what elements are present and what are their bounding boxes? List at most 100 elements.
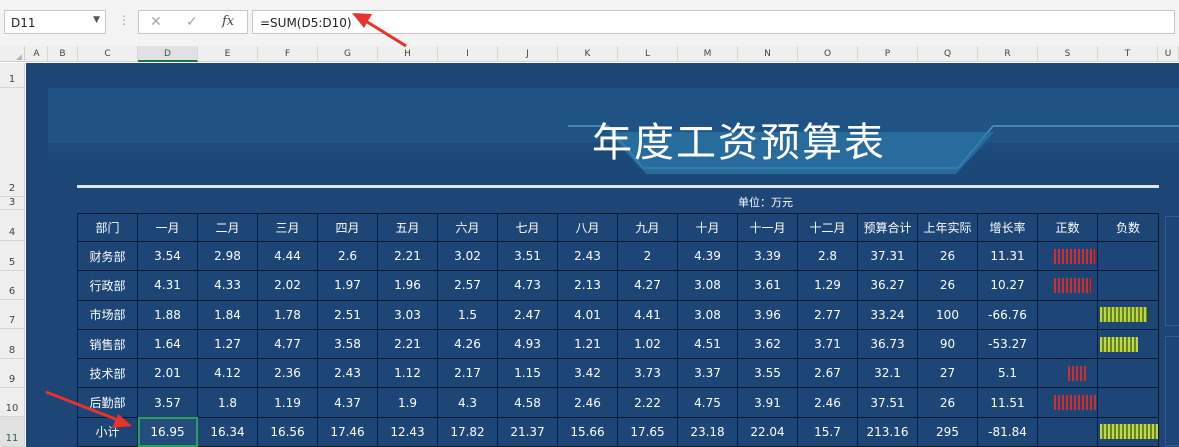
month-cell[interactable]: 2.02 xyxy=(257,270,318,301)
department-cell[interactable]: 小计 xyxy=(77,416,138,447)
budget-total-cell[interactable]: 36.27 xyxy=(857,270,918,301)
column-title[interactable]: 增长率 xyxy=(977,213,1038,242)
column-title[interactable]: 三月 xyxy=(257,213,318,242)
column-header-j[interactable]: J xyxy=(498,46,558,62)
month-cell[interactable]: 3.51 xyxy=(497,240,558,272)
column-header-u[interactable]: U xyxy=(1158,46,1179,62)
negative-bar-cell[interactable] xyxy=(1097,387,1159,418)
month-cell[interactable]: 15.7 xyxy=(797,416,858,447)
column-header-n[interactable]: N xyxy=(738,46,798,62)
month-cell[interactable]: 4.44 xyxy=(257,240,318,272)
month-cell[interactable]: 3.61 xyxy=(737,270,798,301)
month-cell[interactable]: 4.01 xyxy=(557,299,618,330)
last-year-cell[interactable]: 100 xyxy=(917,299,978,330)
last-year-cell[interactable]: 26 xyxy=(917,240,978,272)
column-title[interactable]: 四月 xyxy=(317,213,378,242)
month-cell[interactable]: 3.62 xyxy=(737,328,798,360)
month-cell[interactable]: 1.9 xyxy=(377,387,438,418)
month-cell[interactable]: 3.08 xyxy=(677,299,738,330)
month-cell[interactable]: 2.8 xyxy=(797,240,858,272)
growth-cell[interactable]: -81.84 xyxy=(977,416,1038,447)
column-title[interactable]: 部门 xyxy=(77,213,138,242)
month-cell[interactable]: 2.43 xyxy=(557,240,618,272)
column-title[interactable]: 上年实际 xyxy=(917,213,978,242)
cancel-icon[interactable]: ✕ xyxy=(150,14,162,30)
column-header-f[interactable]: F xyxy=(258,46,318,62)
department-cell[interactable]: 行政部 xyxy=(77,270,138,301)
month-cell[interactable]: 1.19 xyxy=(257,387,318,418)
column-header-c[interactable]: C xyxy=(78,46,138,62)
last-year-cell[interactable]: 26 xyxy=(917,387,978,418)
month-cell[interactable]: 17.65 xyxy=(617,416,678,447)
department-cell[interactable]: 市场部 xyxy=(77,299,138,330)
month-cell[interactable]: 1.27 xyxy=(197,328,258,360)
month-cell[interactable]: 1.12 xyxy=(377,358,438,389)
month-cell[interactable]: 1.88 xyxy=(137,299,198,330)
row-header-11[interactable]: 11 xyxy=(0,417,25,447)
month-cell[interactable]: 1.84 xyxy=(197,299,258,330)
positive-bar-cell[interactable] xyxy=(1037,270,1098,301)
column-title[interactable]: 六月 xyxy=(437,213,498,242)
month-cell[interactable]: 1.21 xyxy=(557,328,618,360)
drag-handle-icon[interactable]: ⋮ xyxy=(118,13,130,27)
column-header-h[interactable]: H xyxy=(378,46,438,62)
month-cell[interactable]: 4.26 xyxy=(437,328,498,360)
month-cell[interactable]: 17.82 xyxy=(437,416,498,447)
growth-cell[interactable]: -66.76 xyxy=(977,299,1038,330)
month-cell[interactable]: 1.78 xyxy=(257,299,318,330)
month-cell[interactable]: 2.46 xyxy=(797,387,858,418)
last-year-cell[interactable]: 295 xyxy=(917,416,978,447)
budget-total-cell[interactable]: 37.51 xyxy=(857,387,918,418)
column-title[interactable]: 正数 xyxy=(1037,213,1098,242)
month-cell[interactable]: 17.46 xyxy=(317,416,378,447)
negative-bar-cell[interactable] xyxy=(1097,299,1159,330)
column-header-b[interactable]: B xyxy=(48,46,78,62)
growth-cell[interactable]: -53.27 xyxy=(977,328,1038,360)
month-cell[interactable]: 4.37 xyxy=(317,387,378,418)
month-cell[interactable]: 3.91 xyxy=(737,387,798,418)
month-cell[interactable]: 4.75 xyxy=(677,387,738,418)
budget-total-cell[interactable]: 32.1 xyxy=(857,358,918,389)
month-cell[interactable]: 4.77 xyxy=(257,328,318,360)
positive-bar-cell[interactable] xyxy=(1037,358,1098,389)
column-title[interactable]: 七月 xyxy=(497,213,558,242)
row-header-9[interactable]: 9 xyxy=(0,359,25,388)
select-all-button[interactable] xyxy=(0,46,25,62)
month-cell[interactable]: 2.6 xyxy=(317,240,378,272)
month-cell[interactable]: 3.03 xyxy=(377,299,438,330)
month-cell[interactable]: 1.8 xyxy=(197,387,258,418)
month-cell[interactable]: 2.13 xyxy=(557,270,618,301)
month-cell[interactable]: 4.58 xyxy=(497,387,558,418)
department-cell[interactable]: 财务部 xyxy=(77,240,138,272)
column-header-r[interactable]: R xyxy=(978,46,1038,62)
month-cell[interactable]: 1.97 xyxy=(317,270,378,301)
row-header-10[interactable]: 10 xyxy=(0,388,25,417)
column-header-m[interactable]: M xyxy=(678,46,738,62)
budget-total-cell[interactable]: 37.31 xyxy=(857,240,918,272)
column-header-e[interactable]: E xyxy=(198,46,258,62)
month-cell[interactable]: 2.21 xyxy=(377,328,438,360)
month-cell[interactable]: 2.22 xyxy=(617,387,678,418)
month-cell[interactable]: 2.46 xyxy=(557,387,618,418)
column-header-k[interactable]: K xyxy=(558,46,618,62)
month-cell[interactable]: 2.01 xyxy=(137,358,198,389)
negative-bar-cell[interactable] xyxy=(1097,416,1159,447)
column-title[interactable]: 负数 xyxy=(1097,213,1159,242)
growth-cell[interactable]: 11.51 xyxy=(977,387,1038,418)
month-cell[interactable]: 3.73 xyxy=(617,358,678,389)
month-cell[interactable]: 1.15 xyxy=(497,358,558,389)
column-title[interactable]: 一月 xyxy=(137,213,198,242)
month-cell[interactable]: 4.27 xyxy=(617,270,678,301)
row-header-8[interactable]: 8 xyxy=(0,329,25,359)
column-header-t[interactable]: T xyxy=(1098,46,1158,62)
column-title[interactable]: 八月 xyxy=(557,213,618,242)
growth-cell[interactable]: 10.27 xyxy=(977,270,1038,301)
column-title[interactable]: 五月 xyxy=(377,213,438,242)
month-cell[interactable]: 4.3 xyxy=(437,387,498,418)
month-cell[interactable]: 16.56 xyxy=(257,416,318,447)
last-year-cell[interactable]: 26 xyxy=(917,270,978,301)
active-cell[interactable]: 16.95 xyxy=(137,416,198,447)
negative-bar-cell[interactable] xyxy=(1097,270,1159,301)
row-header-1[interactable]: 1 xyxy=(0,63,25,88)
column-title[interactable]: 预算合计 xyxy=(857,213,918,242)
